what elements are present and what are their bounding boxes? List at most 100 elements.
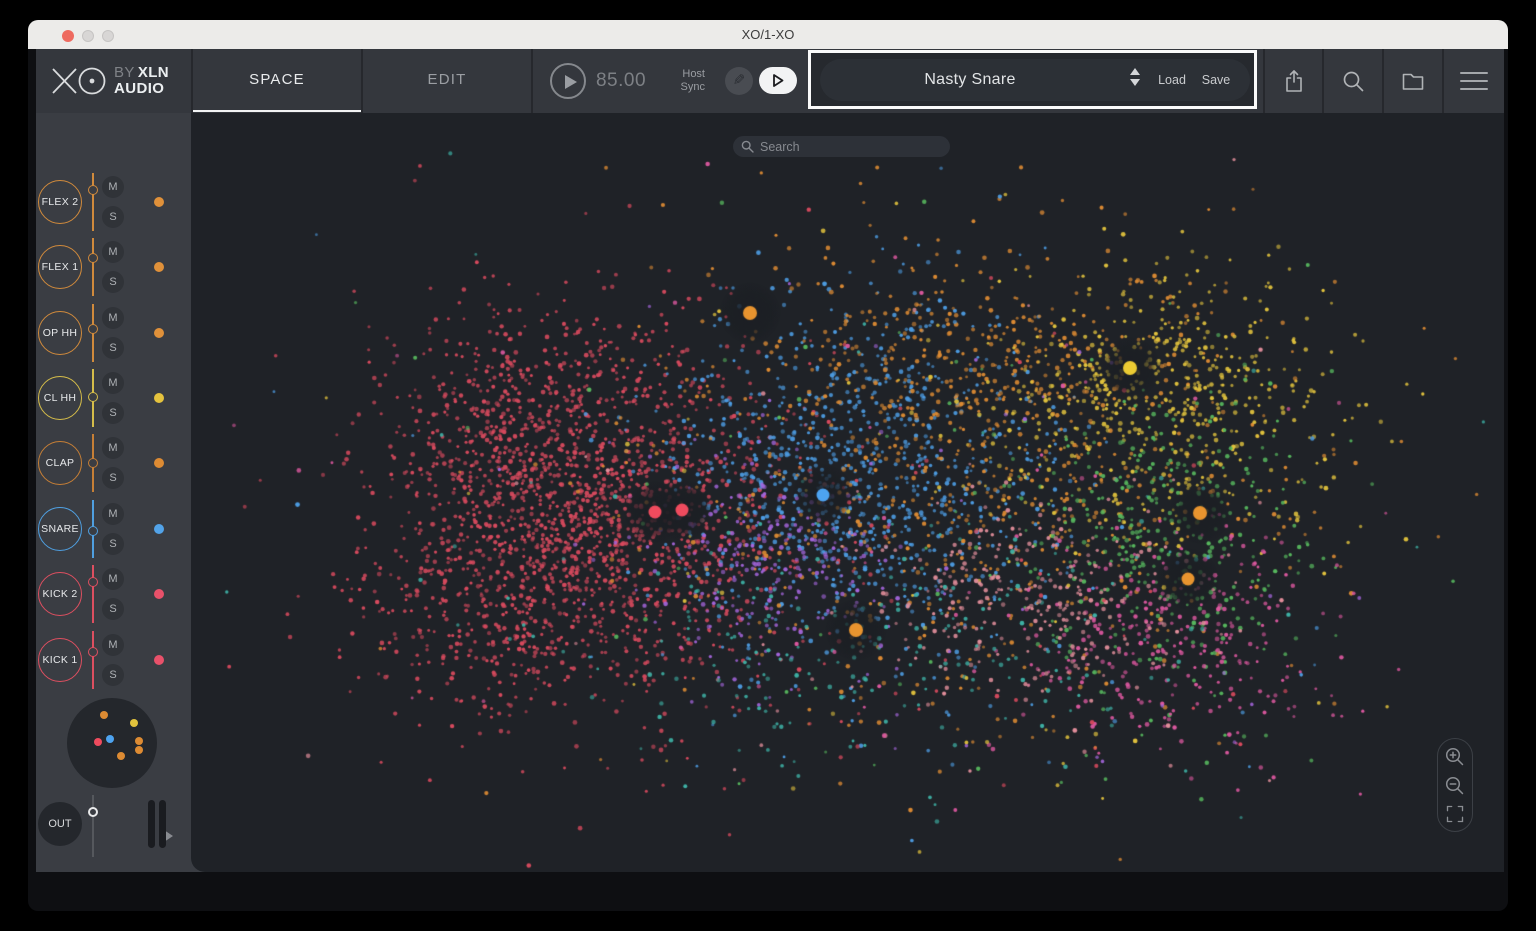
- mute-button[interactable]: M: [102, 307, 124, 329]
- preset-name: Nasty Snare: [820, 59, 1120, 101]
- play-icon: [565, 75, 577, 89]
- tab-edit[interactable]: EDIT: [361, 49, 531, 113]
- mute-button[interactable]: M: [102, 437, 124, 459]
- channel-color-indicator: [154, 458, 164, 468]
- out-volume-slider[interactable]: [92, 795, 94, 857]
- channel-volume-knob[interactable]: [88, 392, 98, 402]
- bpm-value[interactable]: 85.00: [591, 49, 651, 113]
- channel-pad[interactable]: OP HH: [38, 311, 82, 355]
- channel-name: SNARE: [41, 523, 79, 535]
- solo-button[interactable]: S: [102, 467, 124, 489]
- mute-button[interactable]: M: [102, 568, 124, 590]
- mute-button[interactable]: M: [102, 503, 124, 525]
- channel-volume-knob[interactable]: [88, 526, 98, 536]
- plugin-body: FLEX 2 M S FLEX 1 M S OP HH M S CL HH M: [36, 113, 1504, 872]
- zoom-out-icon[interactable]: [1444, 775, 1466, 797]
- menu-button[interactable]: [1442, 49, 1504, 113]
- channel-pad[interactable]: KICK 2: [38, 572, 82, 616]
- channel-name: OP HH: [43, 327, 78, 339]
- brand-text: BYXLN AUDIO: [114, 65, 169, 97]
- minimap-dot: [135, 746, 143, 754]
- space-minimap[interactable]: [67, 698, 157, 788]
- play-outline-icon: [759, 67, 797, 94]
- channel-color-indicator: [154, 589, 164, 599]
- channel-name: KICK 1: [42, 654, 77, 666]
- preset-selector[interactable]: Nasty Snare Load Save: [820, 59, 1250, 101]
- fullscreen-icon[interactable]: [1445, 804, 1465, 824]
- channel-volume-knob[interactable]: [88, 458, 98, 468]
- zoom-controls: [1437, 738, 1473, 832]
- preset-stepper[interactable]: [1128, 68, 1142, 86]
- channel-pad[interactable]: SNARE: [38, 507, 82, 551]
- channel-volume-slider[interactable]: [92, 631, 94, 689]
- level-meter-right: [159, 800, 166, 848]
- toolbar: BYXLN AUDIO SPACE EDIT 85.00 Host Sync ✎: [36, 49, 1504, 113]
- channel-pad[interactable]: CL HH: [38, 376, 82, 420]
- preset-down-icon[interactable]: [1130, 79, 1140, 86]
- channel-volume-slider[interactable]: [92, 565, 94, 623]
- channel-volume-knob[interactable]: [88, 324, 98, 334]
- channel-sidebar: FLEX 2 M S FLEX 1 M S OP HH M S CL HH M: [36, 113, 206, 872]
- channel-pad[interactable]: FLEX 2: [38, 180, 82, 224]
- search-button[interactable]: [1322, 49, 1382, 113]
- out-channel-pad[interactable]: OUT: [38, 802, 82, 846]
- channel-color-indicator: [154, 393, 164, 403]
- channel-color-indicator: [154, 524, 164, 534]
- space-view[interactable]: [191, 113, 1504, 872]
- play-button[interactable]: [550, 63, 586, 99]
- level-meter-left: [148, 800, 155, 848]
- mute-button[interactable]: M: [102, 372, 124, 394]
- titlebar: XO/1-XO: [28, 20, 1508, 49]
- search-icon: [1341, 69, 1366, 94]
- solo-button[interactable]: S: [102, 271, 124, 293]
- channel-name: KICK 2: [42, 588, 77, 600]
- mute-button[interactable]: M: [102, 176, 124, 198]
- solo-button[interactable]: S: [102, 206, 124, 228]
- brand-logo: BYXLN AUDIO: [36, 49, 191, 113]
- hamburger-icon: [1459, 69, 1489, 93]
- channel-name: FLEX 2: [42, 196, 79, 208]
- channel-name: FLEX 1: [42, 261, 79, 273]
- search-input[interactable]: [760, 140, 930, 154]
- channel-color-indicator: [154, 262, 164, 272]
- solo-button[interactable]: S: [102, 402, 124, 424]
- channel-pad[interactable]: CLAP: [38, 441, 82, 485]
- solo-button[interactable]: S: [102, 598, 124, 620]
- minimap-dot: [100, 711, 108, 719]
- save-button[interactable]: Save: [1191, 59, 1241, 101]
- window-title: XO/1-XO: [28, 20, 1508, 49]
- minimap-dot: [94, 738, 102, 746]
- space-search[interactable]: [733, 136, 950, 157]
- solo-button[interactable]: S: [102, 664, 124, 686]
- minimap-dot: [135, 737, 143, 745]
- channel-volume-knob[interactable]: [88, 185, 98, 195]
- zoom-in-icon[interactable]: [1444, 746, 1466, 768]
- active-tab-underline: [193, 110, 361, 112]
- load-button[interactable]: Load: [1150, 59, 1194, 101]
- channel-pad[interactable]: KICK 1: [38, 638, 82, 682]
- channel-volume-knob[interactable]: [88, 647, 98, 657]
- channel-volume-knob[interactable]: [88, 253, 98, 263]
- mute-button[interactable]: M: [102, 241, 124, 263]
- channel-volume-slider[interactable]: [92, 173, 94, 231]
- preset-section-highlight: Nasty Snare Load Save: [808, 50, 1257, 109]
- out-volume-knob[interactable]: [88, 807, 98, 817]
- export-button[interactable]: [1263, 49, 1322, 113]
- sample-space-scatter[interactable]: [191, 113, 1504, 872]
- channel-color-indicator: [154, 655, 164, 665]
- channel-name: CLAP: [46, 457, 75, 469]
- solo-button[interactable]: S: [102, 337, 124, 359]
- mute-button[interactable]: M: [102, 634, 124, 656]
- preset-up-icon[interactable]: [1130, 68, 1140, 75]
- browser-button[interactable]: [1382, 49, 1442, 113]
- channel-pad[interactable]: FLEX 1: [38, 245, 82, 289]
- channel-color-indicator: [154, 197, 164, 207]
- channel-volume-knob[interactable]: [88, 577, 98, 587]
- solo-button[interactable]: S: [102, 533, 124, 555]
- channel-volume-slider[interactable]: [92, 238, 94, 296]
- search-icon: [741, 140, 754, 153]
- minimap-dot: [130, 719, 138, 727]
- edit-pattern-button[interactable]: ✎: [725, 67, 753, 95]
- tab-space[interactable]: SPACE: [191, 49, 361, 113]
- pattern-play-toggle[interactable]: [759, 67, 797, 94]
